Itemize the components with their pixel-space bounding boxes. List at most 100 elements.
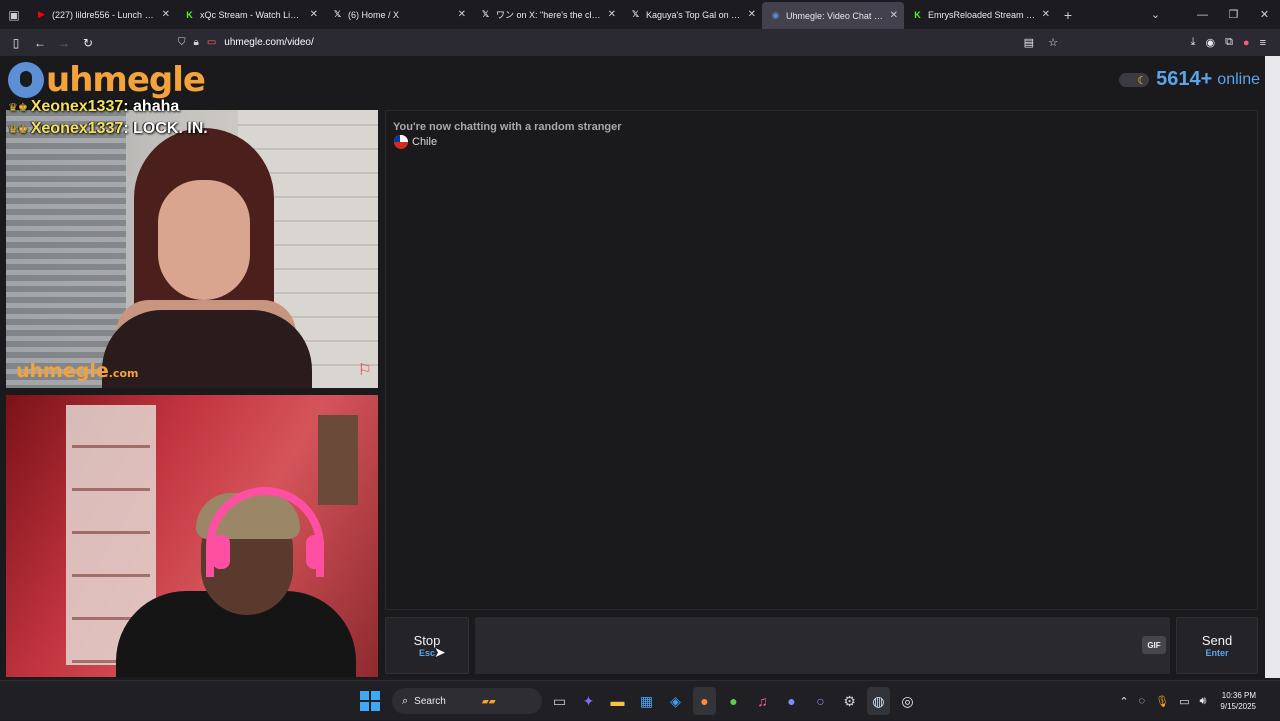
url-text[interactable]: uhmegle.com/video/ [224,37,314,48]
list-all-tabs-icon[interactable]: ⌄ [1140,8,1171,21]
search-icon: ⌕ [402,694,409,707]
network-icon[interactable]: ▭ [1179,695,1189,708]
x-icon: 𝕏 [481,9,490,19]
steam-icon[interactable]: ◍ [867,687,890,715]
country-name: Chile [412,136,438,148]
tab-title: Uhmegle: Video Chat | Om [786,10,884,21]
headphone-cup-right [306,535,324,569]
forward-button[interactable]: → [52,31,76,55]
message-input[interactable]: GIF [475,617,1170,674]
menu-icon[interactable]: ≡ [1260,37,1266,49]
overlay-chat-line: ♛♚ Xeonex1337: ahaha [8,98,388,116]
tab-overview-icon[interactable]: ▣ [0,0,28,29]
gif-button[interactable]: GIF [1142,636,1166,654]
account-icon[interactable]: ◉ [1205,36,1215,49]
report-flag-icon[interactable]: ⚐ [358,360,372,380]
extensions-icon[interactable]: ⧉ [1225,36,1233,49]
chat-controls: Stop Esc GIF Send Enter [385,617,1258,674]
volume-icon[interactable]: 🔊︎ [1199,695,1206,708]
x-icon: 𝕏 [631,9,640,19]
stop-button[interactable]: Stop Esc [385,617,469,674]
overlay-chat-user: Xeonex1337 [30,98,124,115]
page-scrollbar[interactable] [1265,56,1280,678]
close-tab-icon[interactable]: ✕ [748,9,756,20]
chile-flag-icon [394,135,408,149]
tab-title: EmrysReloaded Stream - Watch [928,9,1036,20]
kick-icon: K [186,9,193,20]
close-tab-icon[interactable]: ✕ [310,9,318,20]
clock-date: 9/15/2025 [1220,702,1256,711]
shield-icon[interactable]: ⛉ [178,37,186,48]
taskbar-clock[interactable]: 10:36 PM 9/15/2025 [1220,690,1256,712]
close-tab-icon[interactable]: ✕ [162,9,170,20]
taskbar-search[interactable]: ⌕ Search ▰▰ [392,688,542,714]
chat-log: You're now chatting with a random strang… [385,110,1258,610]
search-highlight-icon: ▰▰ [481,695,496,706]
chat-badge-icon: ♛♚ [8,102,28,114]
moon-icon: ☾ [1137,74,1148,87]
downloads-icon[interactable]: ⤓ [1191,36,1196,49]
vscode-icon[interactable]: ◈ [664,687,687,715]
online-count: 5614+ [1156,68,1213,90]
close-tab-icon[interactable]: ✕ [1042,9,1050,20]
browser-tab[interactable]: KxQc Stream - Watch Live on ✕ [176,0,324,29]
uhmegle-logo-icon [8,62,44,98]
close-tab-icon[interactable]: ✕ [608,9,616,20]
sidebar-icon[interactable]: ▯ [4,31,28,55]
reader-view-icon[interactable]: ▤ [1024,36,1034,49]
browser-tab[interactable]: K EmrysReloaded Stream - Watch ✕ [904,0,1056,29]
obs-studio-icon[interactable]: ◎ [896,687,919,715]
tab-title: (6) Home / X [348,9,400,20]
send-button[interactable]: Send Enter [1176,617,1258,674]
camera-permission-icon[interactable]: ▭ [207,37,216,48]
overlay-chat-user: Xeonex1337 [30,120,124,137]
minimize-button[interactable]: — [1187,9,1218,21]
microphone-icon[interactable]: 🎙︎ [1155,695,1169,708]
store-icon[interactable]: ▦ [635,687,658,715]
stranger-country: Chile [394,135,437,149]
obs-dock-icon[interactable]: ○ [809,687,832,715]
browser-tab[interactable]: ◉ Uhmegle: Video Chat | Om ✕ [762,2,904,29]
lock-icon[interactable]: 🔒︎ [194,37,199,48]
overlay-chat-separator: : [123,98,134,115]
browser-tab[interactable]: ▶ (227) lildre556 - Lunch (Official ✕ [28,0,176,29]
firefox-icon[interactable]: ● [693,687,716,715]
extension-badge-icon[interactable]: ● [1243,37,1250,49]
discord-icon[interactable]: ● [780,687,803,715]
reload-button[interactable]: ↻ [76,31,100,55]
start-button[interactable] [360,691,380,711]
url-bar[interactable]: ⛉ 🔒︎ ▭ uhmegle.com/video/ [178,29,314,56]
tray-app-icon[interactable]: ◌ [1139,695,1146,707]
browser-tab[interactable]: 𝕏 (6) Home / X ✕ [324,0,472,29]
bookmark-star-icon[interactable]: ☆ [1048,36,1058,49]
overlay-chat-line: ♛♚ Xeonex1337: LOCK. IN. [8,120,388,138]
dark-mode-toggle[interactable]: ☾ [1119,72,1150,87]
tab-title: ワン on X: "here's the clip t [496,10,602,20]
task-view-icon[interactable]: ▭ [548,687,571,715]
itunes-icon[interactable]: ♫ [751,687,774,715]
settings-icon[interactable]: ⚙ [838,687,861,715]
site-logo[interactable]: uhmegle [8,60,206,100]
close-tab-icon[interactable]: ✕ [458,9,466,20]
send-label: Send [1201,632,1233,648]
file-explorer-icon[interactable]: ▬ [606,687,629,715]
self-video [6,395,378,677]
windows-taskbar: ⌕ Search ▰▰ ▭ ✦ ▬ ▦ ◈ ● ● ♫ ● ○ ⚙ ◍ ◎ ⌃ … [0,680,1280,720]
stranger-video: uhmegle.com ⚐ [6,110,378,388]
stranger-face [158,180,250,300]
restore-button[interactable]: ❐ [1218,8,1249,21]
new-tab-button[interactable]: + [1056,7,1080,23]
close-window-button[interactable]: ✕ [1249,8,1280,21]
browser-tab[interactable]: 𝕏 ワン on X: "here's the clip t ✕ [472,0,622,29]
overlay-chat-message: LOCK. IN. [133,120,208,137]
close-tab-icon[interactable]: ✕ [890,10,898,21]
back-button[interactable]: ← [28,31,52,55]
browser-tab[interactable]: 𝕏 Kaguya's Top Gal on X: "I w ✕ [622,0,762,29]
browser-tab-strip: ▣ ▶(227) lildre556 - Lunch (Official✕KxQ… [0,0,1280,29]
utorrent-icon[interactable]: ● [722,687,745,715]
copilot-icon[interactable]: ✦ [577,687,600,715]
online-label: online [1217,70,1260,88]
show-hidden-icons-icon[interactable]: ⌃ [1119,695,1128,708]
tab-title: (227) lildre556 - Lunch (Official [52,9,156,20]
background-picture-frame [318,415,358,505]
